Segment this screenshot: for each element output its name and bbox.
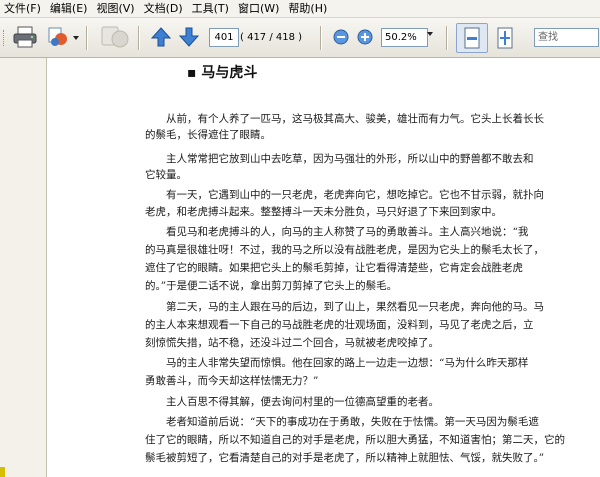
text-line: 它较量。 [145,169,187,181]
text-line: 从前，有个人养了一匹马，这马极其高大、骏美，雄壮而有力气。它头上长着长长 [166,113,544,125]
toolbar-separator [138,26,140,50]
text-line: 的鬃毛，长得遮住了眼睛。 [145,129,271,141]
fit-page-icon [464,27,480,49]
text-line: 勇敢善斗，而今天却这样怯懦无力？” [145,375,319,387]
text-line: 看见马和老虎搏斗的人，向马的主人称赞了马的勇敢善斗。主人高兴地说：“我 [166,226,529,238]
zoom-input[interactable]: 50.2% [381,28,428,47]
menu-tools[interactable]: 工具(T) [188,0,234,17]
navigation-panel [0,58,47,477]
document-page: ▪ 马与虎斗 从前，有个人养了一匹马，这马极其高大、骏美，雄壮而有力气。它头上长… [47,58,600,477]
text-line: 主人百思不得其解，便去询问村里的一位德高望重的老者。 [166,396,439,408]
document-title: ▪ 马与虎斗 [187,62,257,82]
toolbar-separator [446,26,448,50]
menu-file[interactable]: 文件(F) [0,0,46,17]
title-bullet-icon: ▪ [187,65,202,81]
collaborate-icon[interactable] [46,25,70,49]
text-line: 老虎，和老虎搏斗起来。整整搏斗一天未分胜负，马只好退了下来回到家中。 [145,206,502,218]
menu-window[interactable]: 窗口(W) [234,0,284,17]
menu-document[interactable]: 文档(D) [140,0,188,17]
toolbar-separator [320,26,322,50]
collaborate-dropdown-icon[interactable] [73,36,79,40]
review-icon [101,26,129,48]
text-line: 有一天，它遇到山中的一只老虎，老虎奔向它，想吃掉它。它也不甘示弱，就扑向 [166,189,544,201]
menu-view[interactable]: 视图(V) [92,0,139,17]
previous-page-icon[interactable] [150,26,172,48]
zoom-out-icon[interactable] [333,29,349,45]
next-page-icon[interactable] [178,26,200,48]
text-line: 的马真是很雄壮呀！不过，我的马之所以没有战胜老虎，是因为它头上的鬃毛太长了， [145,244,544,256]
panel-marker [0,467,5,477]
toolbar-separator [86,26,88,50]
page-count: ( 417 / 418 ) [240,32,303,43]
toolbar-grip[interactable] [3,30,8,46]
menu-edit[interactable]: 编辑(E) [46,0,93,17]
fit-page-button[interactable] [456,23,488,53]
text-line: 的。”于是便二话不说，拿出剪刀剪掉了它头上的鬃毛。 [145,280,398,292]
text-line: 刻惊慌失措，站不稳，还没斗过二个回合，马就被老虎咬掉了。 [145,337,439,349]
title-text: 马与虎斗 [201,65,258,81]
menu-bar: 文件(F) 编辑(E) 视图(V) 文档(D) 工具(T) 窗口(W) 帮助(H… [0,0,600,18]
zoom-in-icon[interactable] [357,29,373,45]
menu-help[interactable]: 帮助(H) [284,0,332,17]
text-line: 的主人本来想观看一下自己的马战胜老虎的壮观场面，没料到，马见了老虎之后，立 [145,319,534,331]
toolbar: 401 ( 417 / 418 ) 50.2% 查找 [0,18,600,58]
print-icon[interactable] [12,25,38,49]
search-input[interactable]: 查找 [534,28,599,47]
text-line: 马的主人非常失望而惊惧。他在回家的路上一边走一边想：“马为什么昨天那样 [166,357,529,369]
page-number-input[interactable]: 401 [209,28,239,47]
text-line: 第二天，马的主人跟在马的后边，到了山上，果然看见一只老虎，奔向他的马。马 [166,301,544,313]
text-line: 老者知道前后说：“天下的事成功在于勇敢，失败在于怯懦。第一天马因为鬃毛遮 [166,416,539,428]
zoom-dropdown-icon[interactable] [427,32,433,36]
fit-width-icon[interactable] [492,25,518,51]
text-line: 住了它的眼睛，所以不知道自己的对手是老虎，所以胆大勇猛，不知道害怕；第二天，它的 [145,434,565,446]
text-line: 遮住了它的眼睛。如果把它头上的鬃毛剪掉，让它看得清楚些，它肯定会战胜老虎 [145,262,523,274]
text-line: 鬃毛被剪短了，它看清楚自己的对手是老虎了，所以精神上就胆怯、气馁，就失败了。” [145,452,545,464]
text-line: 主人常常把它放到山中去吃草，因为马强壮的外形，所以山中的野兽都不敢去和 [166,153,534,165]
